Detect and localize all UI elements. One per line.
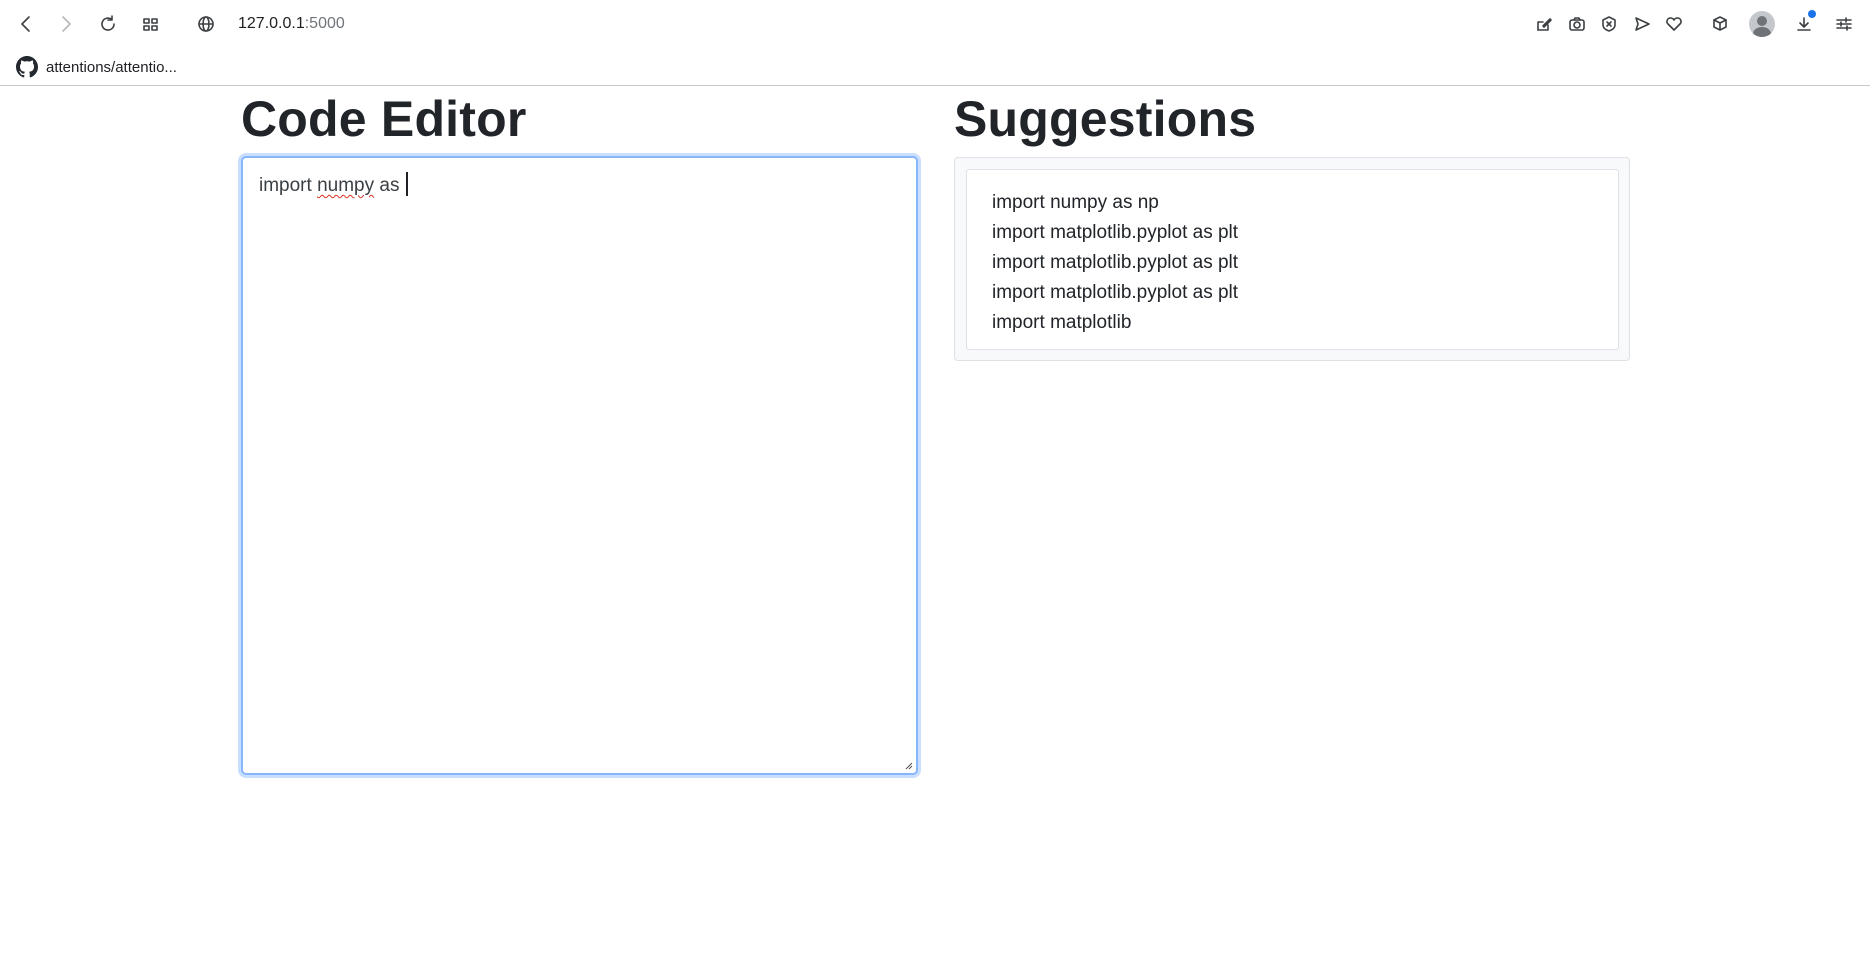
tabs-button[interactable] bbox=[137, 10, 165, 38]
sliders-icon bbox=[1836, 17, 1852, 31]
suggestion-item[interactable]: import matplotlib.pyplot as plt bbox=[992, 218, 1593, 248]
suggestions-panel: import numpy as np import matplotlib.pyp… bbox=[954, 157, 1630, 361]
resize-handle-icon[interactable] bbox=[903, 760, 913, 770]
profile-button[interactable] bbox=[1748, 10, 1776, 38]
extensions-button[interactable] bbox=[1706, 10, 1734, 38]
camera-icon bbox=[1569, 17, 1585, 31]
bookmarks-bar: attentions/attentio... bbox=[0, 48, 1870, 86]
shield-button[interactable] bbox=[1595, 10, 1623, 38]
editor-text-misspelled: numpy bbox=[317, 175, 375, 196]
suggestions-title: Suggestions bbox=[954, 91, 1257, 147]
suggestion-item[interactable]: import matplotlib bbox=[992, 308, 1593, 338]
editor-text-before: import bbox=[259, 175, 318, 196]
downloads-button[interactable] bbox=[1790, 10, 1818, 38]
suggestion-item[interactable]: import numpy as np bbox=[992, 188, 1593, 218]
suggestion-item[interactable]: import matplotlib.pyplot as plt bbox=[992, 278, 1593, 308]
forward-button[interactable] bbox=[52, 10, 80, 38]
suggestions-column: Suggestions import numpy as np import ma… bbox=[954, 88, 1630, 361]
settings-button[interactable] bbox=[1830, 10, 1858, 38]
shield-icon bbox=[1602, 16, 1616, 32]
reload-button[interactable] bbox=[94, 10, 122, 38]
grid-icon bbox=[143, 18, 158, 31]
send-button[interactable] bbox=[1628, 10, 1656, 38]
text-caret bbox=[405, 172, 408, 196]
arrow-left-icon bbox=[21, 16, 30, 32]
bookmark-github[interactable]: attentions/attentio... bbox=[16, 55, 177, 79]
globe-icon bbox=[198, 16, 214, 32]
notification-dot bbox=[1808, 10, 1816, 18]
editor-text-after: as bbox=[374, 175, 405, 196]
url-port: :5000 bbox=[304, 15, 345, 32]
back-button[interactable] bbox=[12, 10, 40, 38]
editor-content: import numpy as bbox=[259, 172, 408, 200]
suggestions-list: import numpy as np import matplotlib.pyp… bbox=[966, 169, 1619, 350]
page-title: Code Editor bbox=[241, 91, 527, 147]
avatar bbox=[1749, 11, 1775, 37]
heart-icon bbox=[1666, 17, 1682, 31]
edit-button[interactable] bbox=[1530, 10, 1558, 38]
url-host: 127.0.0.1 bbox=[238, 15, 305, 32]
code-editor-textarea[interactable]: import numpy as bbox=[241, 156, 918, 775]
github-icon bbox=[16, 56, 38, 78]
address-bar[interactable]: 127.0.0.1:5000 bbox=[238, 13, 345, 35]
favorites-button[interactable] bbox=[1660, 10, 1688, 38]
bookmark-label: attentions/attentio... bbox=[46, 58, 177, 76]
site-info-button[interactable] bbox=[192, 10, 220, 38]
send-icon bbox=[1635, 17, 1650, 31]
reload-icon bbox=[101, 15, 115, 31]
cube-icon bbox=[1713, 16, 1727, 31]
edit-icon bbox=[1537, 18, 1552, 31]
editor-column: Code Editor import numpy as bbox=[241, 88, 918, 775]
browser-toolbar: 127.0.0.1:5000 bbox=[0, 0, 1870, 48]
screenshot-button[interactable] bbox=[1563, 10, 1591, 38]
suggestion-item[interactable]: import matplotlib.pyplot as plt bbox=[992, 248, 1593, 278]
arrow-right-icon bbox=[62, 16, 71, 32]
